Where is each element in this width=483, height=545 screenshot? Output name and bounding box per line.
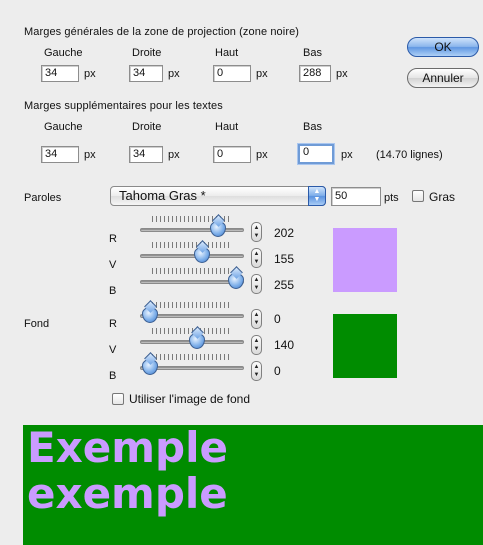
bg-r-slider[interactable] [140,300,244,324]
lines-count: (14.70 lignes) [376,149,443,161]
use-background-image-label: Utiliser l'image de fond [129,392,251,406]
general-bottom-label: Bas [303,47,322,59]
lyrics-r-label: R [109,233,117,245]
lyrics-b-value: 255 [274,278,295,292]
text-top-unit: px [256,149,268,161]
general-top-label: Haut [215,47,239,59]
bold-checkbox[interactable] [412,190,424,202]
bg-b-label: B [109,370,117,382]
slider-thumb[interactable] [189,333,206,349]
text-right-label: Droite [132,121,162,133]
lyrics-color-swatch[interactable] [333,228,397,292]
bg-r-stepper[interactable]: ▲ ▼ [251,309,262,329]
bg-v-label: V [109,344,117,356]
background-color-swatch[interactable] [333,314,397,378]
general-top-unit: px [256,68,268,80]
slider-ticks [152,242,232,248]
slider-ticks [152,302,232,308]
bg-b-slider[interactable] [140,352,244,376]
font-popup-value: Tahoma Gras * [119,188,206,203]
slider-ticks [152,354,232,360]
slider-track [140,228,244,232]
preview-line-2: exemple [27,469,228,518]
bold-label: Gras [429,190,456,204]
slider-thumb[interactable] [142,359,158,375]
general-left-unit: px [84,68,96,80]
general-bottom-input[interactable]: 288 [299,65,331,82]
lyrics-r-slider[interactable] [140,214,244,238]
text-left-label: Gauche [44,121,83,133]
bg-v-stepper[interactable]: ▲ ▼ [251,335,262,355]
text-left-input[interactable]: 34 [41,146,79,163]
bg-b-value: 0 [274,364,281,378]
text-bottom-input[interactable]: 0 [298,144,334,164]
font-popup[interactable]: Tahoma Gras * ▲ ▼ [110,186,326,206]
lyrics-b-label: B [109,285,117,297]
text-top-input[interactable]: 0 [213,146,251,163]
bg-v-value: 140 [274,338,295,352]
general-left-input[interactable]: 34 [41,65,79,82]
text-left-unit: px [84,149,96,161]
ok-button[interactable]: OK [407,37,479,57]
general-margins-heading: Marges générales de la zone de projectio… [24,26,300,38]
lyrics-label: Paroles [24,192,62,204]
font-size-unit: pts [384,192,399,204]
general-right-input[interactable]: 34 [129,65,163,82]
text-bottom-unit: px [341,149,353,161]
text-right-unit: px [168,149,180,161]
slider-thumb[interactable] [210,221,227,237]
slider-ticks [152,268,232,274]
bg-b-stepper[interactable]: ▲ ▼ [251,361,262,381]
lyrics-v-stepper[interactable]: ▲ ▼ [251,248,262,268]
lyrics-r-value: 202 [274,226,295,240]
slider-thumb[interactable] [228,273,244,289]
bg-v-slider[interactable] [140,326,244,350]
general-bottom-unit: px [336,68,348,80]
lyrics-r-stepper[interactable]: ▲ ▼ [251,222,262,242]
background-label: Fond [24,318,50,330]
general-right-unit: px [168,68,180,80]
text-top-label: Haut [215,121,239,133]
preview-area: Exemple exemple [23,425,483,545]
text-margins-heading: Marges supplémentaires pour les textes [24,100,223,112]
slider-thumb[interactable] [142,307,158,323]
general-right-label: Droite [132,47,162,59]
font-size-input[interactable]: 50 [331,187,381,206]
slider-thumb[interactable] [194,247,211,263]
general-left-label: Gauche [44,47,83,59]
lyrics-v-slider[interactable] [140,240,244,264]
lyrics-v-value: 155 [274,252,295,266]
bg-r-label: R [109,318,117,330]
bg-r-value: 0 [274,312,281,326]
lyrics-b-stepper[interactable]: ▲ ▼ [251,274,262,294]
text-right-input[interactable]: 34 [129,146,163,163]
lyrics-b-slider[interactable] [140,266,244,290]
popup-arrows-icon: ▲ ▼ [308,186,326,206]
general-top-input[interactable]: 0 [213,65,251,82]
use-background-image-checkbox[interactable] [112,393,124,405]
lyrics-v-label: V [109,259,117,271]
text-bottom-label: Bas [303,121,322,133]
slider-track [140,254,244,258]
cancel-button[interactable]: Annuler [407,68,479,88]
preview-line-1: Exemple [27,425,228,472]
